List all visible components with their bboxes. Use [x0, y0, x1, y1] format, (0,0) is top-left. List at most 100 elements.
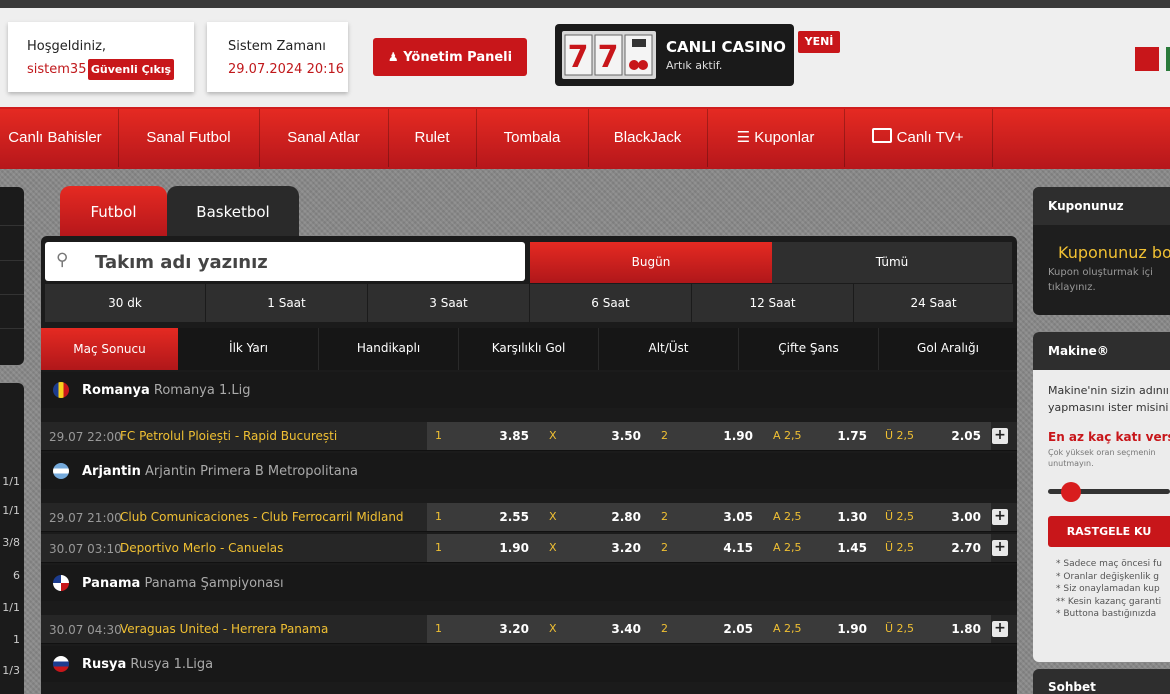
odd-label: A 2,5 [773, 429, 802, 442]
time-filter-1h[interactable]: 1 Saat [206, 284, 368, 322]
odd-label: A 2,5 [773, 510, 802, 523]
left-sidebar-top [0, 187, 24, 365]
match-teams[interactable]: FC Petrolul Ploiești - Rapid București [120, 429, 337, 443]
odd-away[interactable]: 2 2.05 [651, 615, 763, 643]
market-tab-double-chance[interactable]: Çifte Şans [739, 328, 879, 370]
top-strip [0, 0, 1170, 8]
odd-label: X [549, 429, 557, 442]
nav-coupons[interactable]: ☰ Kuponlar [707, 109, 845, 167]
machine-slider-handle[interactable] [1061, 482, 1081, 502]
more-odds-button[interactable]: + [992, 621, 1008, 637]
nav-blackjack[interactable]: BlackJack [588, 109, 708, 167]
match-row: 30.07 03:10 Deportivo Merlo - Canuelas 1 1.… [41, 534, 1017, 563]
flag-tr-button[interactable] [1135, 47, 1159, 71]
search-input[interactable] [93, 248, 517, 276]
odd-over[interactable]: Ü 2,5 3.00 [877, 503, 991, 531]
time-filter-3h[interactable]: 3 Saat [368, 284, 530, 322]
league-country: Romanya [82, 383, 150, 398]
machine-note: * Sadece maç öncesi fu [1056, 559, 1162, 569]
nav-virtual-horses[interactable]: Sanal Atlar [259, 109, 389, 167]
odd-label: Ü 2,5 [885, 541, 915, 554]
nav-virtual-football[interactable]: Sanal Futbol [118, 109, 260, 167]
match-teams[interactable]: Deportivo Merlo - Canuelas [120, 541, 283, 555]
odd-away[interactable]: 2 3.05 [651, 503, 763, 531]
odd-label: X [549, 510, 557, 523]
nav-live-bets[interactable]: Canlı Bahisler [0, 109, 119, 167]
market-tab-both-score[interactable]: Karşılıklı Gol [459, 328, 599, 370]
chat-panel: Sohbet [1033, 669, 1170, 694]
league-name: Rusya 1.Liga [130, 657, 214, 672]
more-odds-button[interactable]: + [992, 540, 1008, 556]
odd-draw[interactable]: X 2.80 [539, 503, 651, 531]
svg-text:7: 7 [568, 40, 589, 75]
market-tab-handicap[interactable]: Handikaplı [319, 328, 459, 370]
odd-home[interactable]: 1 3.85 [427, 422, 539, 450]
time-filter-12h[interactable]: 12 Saat [692, 284, 854, 322]
coupon-panel: Kuponunuz Kuponunuz bo Kupon oluşturmak … [1033, 187, 1170, 315]
live-casino-subtitle: Artık aktif. [666, 59, 723, 72]
machine-hint-2: unutmayın. [1048, 459, 1094, 468]
odd-away[interactable]: 2 4.15 [651, 534, 763, 562]
odd-draw[interactable]: X 3.20 [539, 534, 651, 562]
machine-hint-1: Çok yüksek oran seçmenin [1048, 448, 1156, 457]
left-count: 1 [13, 633, 20, 646]
odd-over[interactable]: Ü 2,5 2.05 [877, 422, 991, 450]
market-tab-goal-range[interactable]: Gol Aralığı [879, 328, 1017, 370]
username: sistem35 [27, 62, 87, 77]
chat-title: Sohbet [1048, 680, 1096, 694]
market-tab-over-under[interactable]: Alt/Üst [599, 328, 739, 370]
left-count: 6 [13, 569, 20, 582]
machine-header: Makine® [1033, 332, 1170, 370]
odd-home[interactable]: 1 2.55 [427, 503, 539, 531]
coupon-empty-sub2[interactable]: tıklayınız. [1048, 282, 1096, 293]
tab-basketball[interactable]: Basketbol [167, 186, 299, 236]
nav-live-tv[interactable]: Canlı TV+ [844, 109, 993, 167]
coupon-title: Kuponunuz [1048, 199, 1124, 213]
odd-draw[interactable]: X 3.50 [539, 422, 651, 450]
time-filter-24h[interactable]: 24 Saat [854, 284, 1013, 322]
odd-under[interactable]: A 2,5 1.75 [763, 422, 877, 450]
time-filter-6h[interactable]: 6 Saat [530, 284, 692, 322]
main-nav: Canlı Bahisler Sanal Futbol Sanal Atlar … [0, 107, 1170, 169]
more-odds-button[interactable]: + [992, 509, 1008, 525]
odd-home[interactable]: 1 1.90 [427, 534, 539, 562]
filter-today[interactable]: Bugün [530, 242, 772, 283]
search-box[interactable]: ⚲ [45, 242, 525, 281]
odd-label: 1 [435, 510, 442, 523]
time-filter-30m[interactable]: 30 dk [45, 284, 206, 322]
more-odds-button[interactable]: + [992, 428, 1008, 444]
admin-panel-label: Yönetim Paneli [403, 50, 513, 65]
random-coupon-button[interactable]: RASTGELE KU [1048, 516, 1170, 547]
match-teams[interactable]: Club Comunicaciones - Club Ferrocarril M… [120, 510, 404, 524]
match-time: 29.07 21:00 [49, 511, 122, 525]
odd-over[interactable]: Ü 2,5 1.80 [877, 615, 991, 643]
romania-flag-icon [53, 382, 69, 398]
odd-under[interactable]: A 2,5 1.30 [763, 503, 877, 531]
flag-other-button[interactable] [1166, 47, 1170, 71]
league-name: Panama Şampiyonası [144, 576, 284, 591]
tab-football[interactable]: Futbol [60, 186, 167, 236]
odd-value: 1.30 [837, 510, 867, 524]
logout-button[interactable]: Güvenli Çıkış [88, 59, 174, 80]
market-tab-match-result[interactable]: Maç Sonucu [41, 328, 178, 370]
list-icon: ☰ [736, 129, 751, 146]
live-casino-banner[interactable]: 7 7 CANLI CASINO Artık aktif. [555, 24, 794, 86]
odd-label: X [549, 541, 557, 554]
machine-desc-2: yapmasını ister misini [1048, 401, 1169, 414]
odd-label: 1 [435, 622, 442, 635]
nav-roulette[interactable]: Rulet [388, 109, 477, 167]
filter-all[interactable]: Tümü [772, 242, 1012, 283]
market-tab-first-half[interactable]: İlk Yarı [179, 328, 319, 370]
nav-tombala[interactable]: Tombala [476, 109, 589, 167]
odd-over[interactable]: Ü 2,5 2.70 [877, 534, 991, 562]
match-teams[interactable]: Veraguas United - Herrera Panama [120, 622, 328, 636]
odd-away[interactable]: 2 1.90 [651, 422, 763, 450]
odd-under[interactable]: A 2,5 1.90 [763, 615, 877, 643]
admin-panel-button[interactable]: ♟ Yönetim Paneli [373, 38, 527, 76]
match-time: 30.07 03:10 [49, 542, 122, 556]
odd-home[interactable]: 1 3.20 [427, 615, 539, 643]
time-filter-bar: 30 dk 1 Saat 3 Saat 6 Saat 12 Saat 24 Sa… [45, 284, 1013, 322]
odd-draw[interactable]: X 3.40 [539, 615, 651, 643]
coupon-empty-title: Kuponunuz bo [1058, 243, 1170, 262]
odd-under[interactable]: A 2,5 1.45 [763, 534, 877, 562]
